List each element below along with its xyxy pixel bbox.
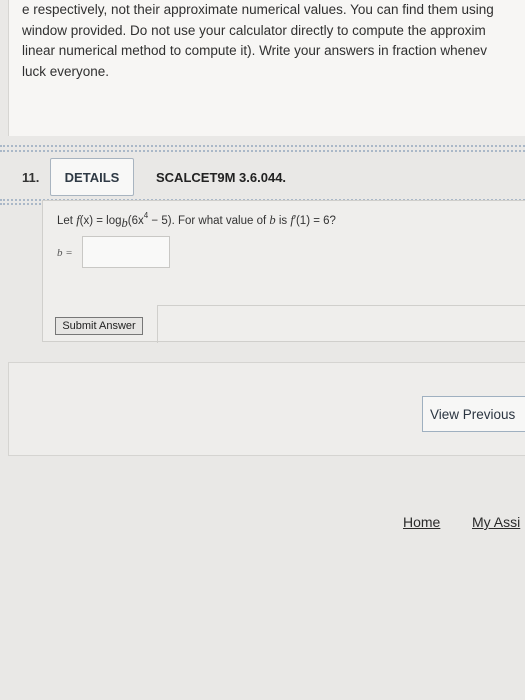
prompt-text: Let <box>57 215 77 227</box>
instructions-line: luck everyone. <box>22 63 110 79</box>
question-prompt: Let f(x) = logb(6x4 − 5). For what value… <box>57 211 336 231</box>
my-assignments-link[interactable]: My Assi <box>472 514 520 530</box>
answer-input[interactable] <box>82 236 170 268</box>
view-previous-button[interactable]: View Previous <box>422 396 525 432</box>
prompt-text: (6x <box>127 215 144 227</box>
separator <box>0 150 525 152</box>
prompt-text: (x) = log <box>79 215 122 227</box>
separator <box>0 145 525 147</box>
page: e respectively, not their approximate nu… <box>0 0 525 700</box>
submit-area-frame <box>157 305 525 343</box>
submit-answer-button[interactable]: Submit Answer <box>55 317 143 335</box>
home-link[interactable]: Home <box>403 514 440 530</box>
instructions-line: e respectively, not their approximate nu… <box>22 2 494 17</box>
instructions-text: e respectively, not their approximate nu… <box>22 0 525 82</box>
question-code: SCALCET9M 3.6.044. <box>156 170 287 185</box>
prompt-text: ′(1) = 6? <box>293 215 336 227</box>
prompt-text: − 5). For what value of <box>148 215 270 227</box>
instructions-line: window provided. Do not use your calcula… <box>22 22 486 38</box>
answer-label: b = <box>57 247 73 259</box>
prompt-text: is <box>275 215 291 227</box>
details-button[interactable]: DETAILS <box>50 158 134 196</box>
question-number: 11. <box>22 170 40 185</box>
instructions-line: linear numerical method to compute it). … <box>22 43 487 58</box>
